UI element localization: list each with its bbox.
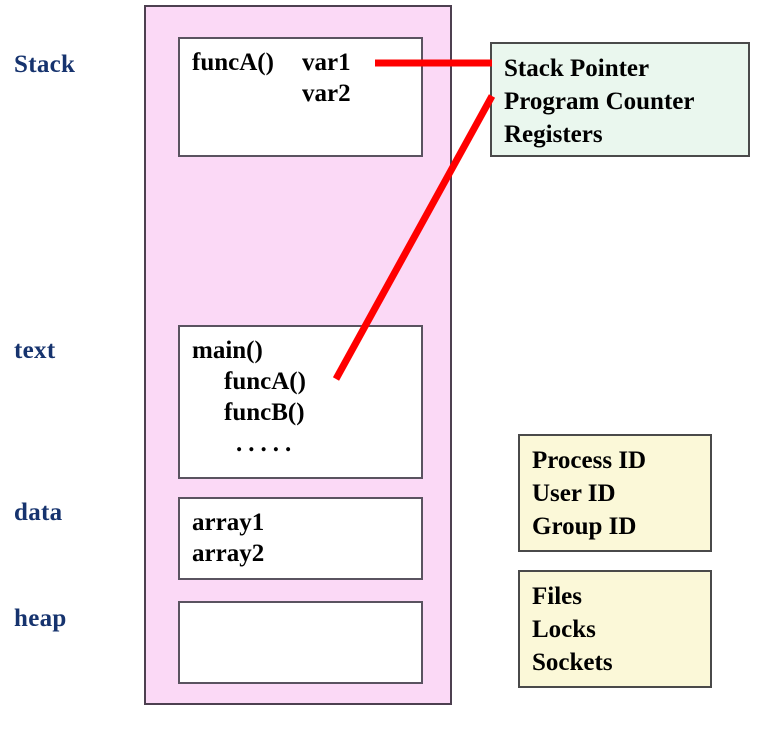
text-segment-line-funcB: funcB() xyxy=(224,399,305,426)
data-segment-line-array2: array2 xyxy=(192,540,265,567)
text-segment-box: main() funcA() funcB() ..... xyxy=(178,325,423,479)
resources-line-locks: Locks xyxy=(532,616,596,643)
data-segment-content: array1 array2 xyxy=(192,507,415,569)
stack-frame-box: funcA() var1 var2 xyxy=(178,37,423,157)
text-segment-content: main() funcA() funcB() ..... xyxy=(192,335,415,459)
process-identity-box: Process ID User ID Group ID xyxy=(518,434,712,552)
text-segment-line-funcA: funcA() xyxy=(224,368,306,395)
heap-segment-box xyxy=(178,601,423,684)
stack-frame-content: funcA() var1 var2 xyxy=(192,47,415,109)
text-segment-line-ellipsis: ..... xyxy=(236,430,298,457)
segment-label-heap: heap xyxy=(14,605,67,632)
process-resources-box: Files Locks Sockets xyxy=(518,570,712,688)
stack-frame-variable-1: var1 xyxy=(302,49,351,76)
resources-line-files: Files xyxy=(532,583,582,610)
identity-line-group-id: Group ID xyxy=(532,513,637,540)
data-segment-box: array1 array2 xyxy=(178,497,423,580)
stack-frame-variable-2: var2 xyxy=(302,80,351,107)
segment-label-stack: Stack xyxy=(14,51,76,78)
stack-frame-function-name: funcA() xyxy=(192,49,274,76)
text-segment-line-main: main() xyxy=(192,337,263,364)
process-memory-diagram: Stack text data heap funcA() var1 var2 m… xyxy=(0,0,760,732)
cpu-state-box: Stack Pointer Program Counter Registers xyxy=(490,42,750,157)
segment-label-data: data xyxy=(14,499,63,526)
stack-frame-row-1: funcA() var1 xyxy=(192,47,415,78)
identity-line-process-id: Process ID xyxy=(532,447,647,474)
stack-frame-row-2: var2 xyxy=(192,78,415,109)
cpu-state-line-stack-pointer: Stack Pointer xyxy=(504,55,650,82)
data-segment-line-array1: array1 xyxy=(192,509,265,536)
cpu-state-line-registers: Registers xyxy=(504,121,603,148)
identity-line-user-id: User ID xyxy=(532,480,616,507)
segment-label-text: text xyxy=(14,337,56,364)
cpu-state-line-program-counter: Program Counter xyxy=(504,88,695,115)
resources-line-sockets: Sockets xyxy=(532,649,613,676)
